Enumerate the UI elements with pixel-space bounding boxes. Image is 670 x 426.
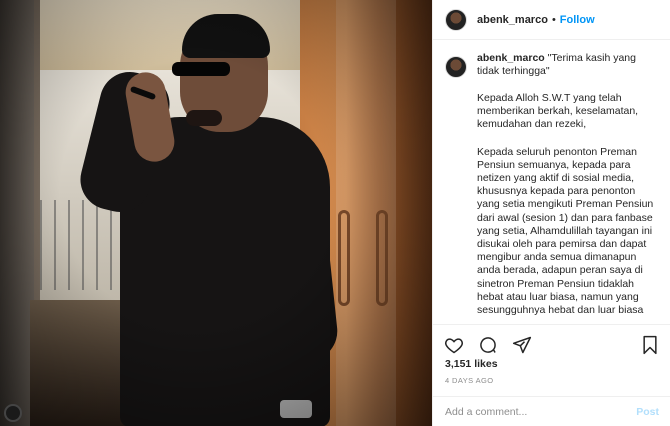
post-side-panel: abenk_marco • Follow abenk_marco "Terima… [432,0,670,426]
post-header: abenk_marco • Follow [433,0,670,40]
bookmark-icon[interactable] [639,334,661,356]
header-username[interactable]: abenk_marco [477,14,548,26]
avatar[interactable] [445,8,467,31]
comment-icon[interactable] [477,334,499,356]
photo-vignette [0,0,432,426]
share-icon[interactable] [511,334,533,356]
heart-icon[interactable] [443,334,465,356]
caption-area[interactable]: abenk_marco "Terima kasih yang tidak ter… [433,52,670,324]
post-photo[interactable] [0,0,432,426]
caption-text: abenk_marco "Terima kasih yang tidak ter… [477,52,657,78]
likes-count[interactable]: 3,151 likes [445,358,498,370]
caption-paragraph: Kepada seluruh penonton Preman Pensiun s… [477,145,654,317]
header-separator: • [551,13,556,26]
post-timestamp[interactable]: 4 DAYS AGO [445,376,493,385]
post-comment-button[interactable]: Post [636,406,659,418]
comment-input[interactable] [445,405,637,418]
caption-row: abenk_marco "Terima kasih yang tidak ter… [445,52,659,78]
avatar[interactable] [445,56,467,78]
follow-button[interactable]: Follow [560,14,595,26]
user-tag-icon[interactable] [4,404,22,422]
caption-paragraph: Kepada Alloh S.W.T yang telah memberikan… [477,92,639,131]
add-comment-bar: Post [433,396,670,426]
caption-username[interactable]: abenk_marco [477,52,545,64]
